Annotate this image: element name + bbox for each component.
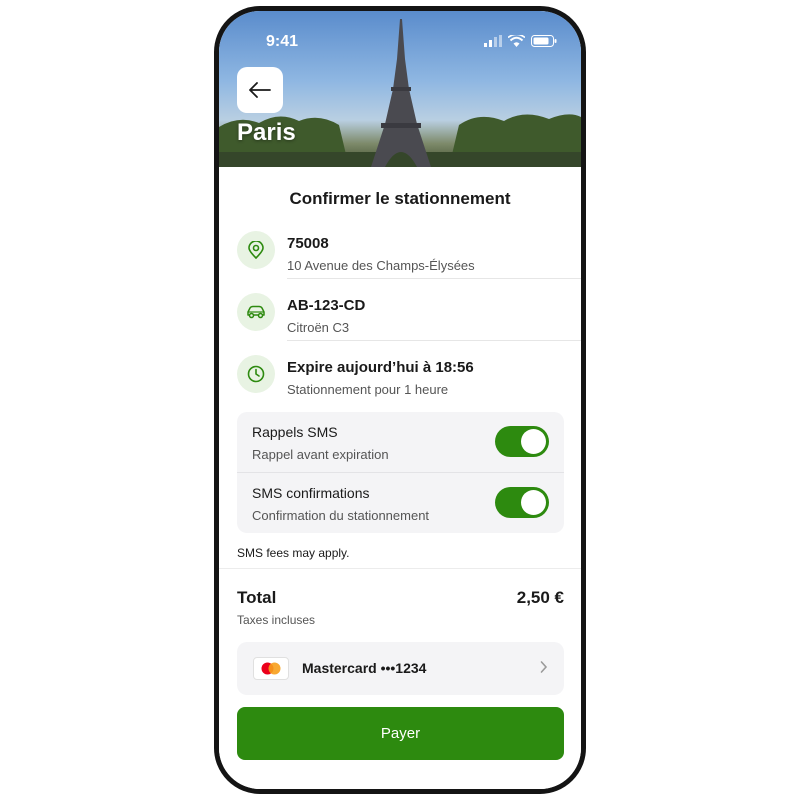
car-icon — [237, 293, 275, 331]
location-address: 10 Avenue des Champs-Élysées — [287, 258, 475, 273]
sms-confirmations-title: SMS confirmations — [252, 485, 370, 501]
toggle-knob — [521, 429, 546, 454]
sms-confirmations-toggle[interactable] — [495, 487, 549, 518]
clock-icon — [237, 355, 275, 393]
sms-settings-panel: Rappels SMS Rappel avant expiration SMS … — [237, 412, 564, 533]
location-row: 75008 10 Avenue des Champs-Élysées — [237, 229, 581, 291]
time-row: Expire aujourd’hui à 18:56 Stationnement… — [237, 353, 581, 415]
vehicle-row: AB-123-CD Citroën C3 — [237, 291, 581, 353]
sms-reminders-subtitle: Rappel avant expiration — [252, 447, 389, 462]
pay-button[interactable]: Payer — [237, 707, 564, 760]
city-hero-image: 9:41 Paris — [219, 11, 581, 167]
sms-reminders-title: Rappels SMS — [252, 424, 338, 440]
back-button[interactable] — [237, 67, 283, 113]
total-amount: 2,50 € — [516, 588, 564, 607]
payment-method-selector[interactable]: Mastercard •••1234 — [237, 642, 564, 695]
expiry-time: Expire aujourd’hui à 18:56 — [287, 359, 474, 376]
card-label: Mastercard •••1234 — [302, 660, 427, 676]
map-pin-icon — [237, 231, 275, 269]
arrow-left-icon — [249, 82, 271, 98]
phone-frame: 9:41 Paris Confirmer le stationnement 75… — [214, 6, 586, 794]
taxes-note: Taxes incluses — [237, 613, 316, 627]
status-icons — [484, 35, 557, 47]
vehicle-model: Citroën C3 — [287, 320, 350, 335]
chevron-right-icon — [540, 661, 548, 673]
sms-confirmations-row: SMS confirmations Confirmation du statio… — [237, 473, 564, 533]
eiffel-tower-illustration — [371, 19, 431, 167]
sms-confirmations-subtitle: Confirmation du stationnement — [252, 508, 430, 523]
sms-fees-note: SMS fees may apply. — [237, 546, 350, 560]
confirmation-panel: Confirmer le stationnement 75008 10 Aven… — [219, 167, 581, 789]
divider — [219, 568, 581, 569]
battery-icon — [531, 35, 557, 47]
wifi-icon — [508, 35, 525, 47]
city-title: Paris — [237, 119, 296, 146]
status-time: 9:41 — [266, 33, 299, 50]
divider — [287, 278, 581, 279]
divider — [287, 340, 581, 341]
sms-reminders-row: Rappels SMS Rappel avant expiration — [237, 412, 564, 472]
vehicle-plate: AB-123-CD — [287, 297, 366, 314]
location-postcode: 75008 — [287, 235, 329, 252]
signal-icon — [484, 35, 502, 47]
parking-duration: Stationnement pour 1 heure — [287, 382, 449, 397]
toggle-knob — [521, 490, 546, 515]
total-label: Total — [237, 588, 277, 607]
mastercard-logo-icon — [253, 657, 289, 680]
sms-reminders-toggle[interactable] — [495, 426, 549, 457]
page-title: Confirmer le stationnement — [289, 189, 511, 208]
